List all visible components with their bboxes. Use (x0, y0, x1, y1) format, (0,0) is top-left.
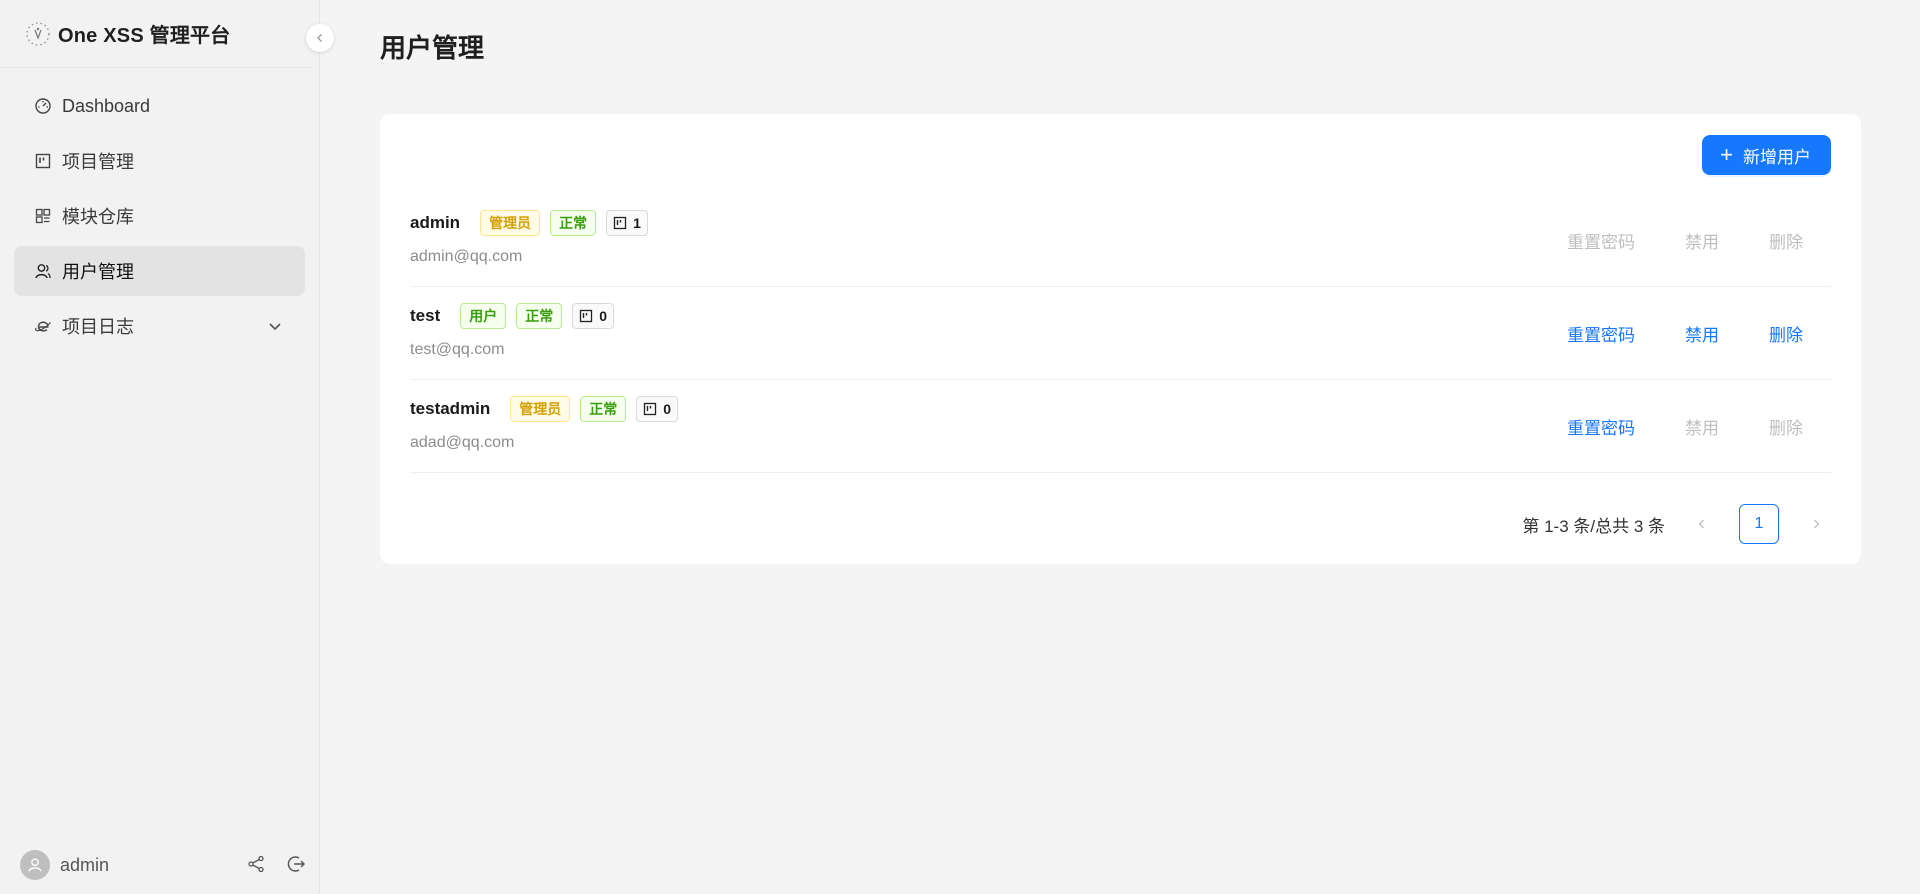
sidebar-item-projects[interactable]: 项目管理 (14, 136, 305, 186)
sidebar-item-dashboard[interactable]: Dashboard (14, 81, 305, 131)
page-title: 用户管理 (380, 33, 485, 63)
chevron-left-icon (1698, 519, 1704, 529)
user-email: adad@qq.com (410, 434, 515, 451)
project-count: 0 (663, 401, 672, 417)
row-actions: 重置密码 禁用 删除 (1517, 228, 1803, 253)
user-icon (28, 858, 42, 872)
dashboard-icon (34, 97, 52, 115)
users-icon (34, 262, 52, 280)
user-email: test@qq.com (410, 341, 505, 358)
sidebar-item-label: 用户管理 (62, 262, 134, 282)
project-count: 0 (599, 308, 608, 324)
sidebar-item-label: 模块仓库 (62, 207, 134, 227)
chevron-right-icon (1814, 519, 1820, 529)
footer-icons (246, 854, 306, 874)
collapse-sidebar-button[interactable] (306, 24, 334, 52)
role-badge: 管理员 (510, 396, 571, 422)
reset-password-link: 重置密码 (1567, 233, 1635, 252)
module-icon (34, 207, 52, 225)
app-title: One XSS 管理平台 (58, 25, 231, 47)
add-user-button[interactable]: + 新增用户 (1702, 135, 1831, 175)
delete-link[interactable]: 删除 (1769, 321, 1803, 346)
user-name: testadmin (410, 399, 491, 418)
user-name-line: test 用户 正常 0 (410, 303, 624, 329)
project-count-badge: 0 (636, 396, 679, 422)
status-badge: 正常 (516, 303, 563, 329)
user-name-line: admin 管理员 正常 1 (410, 210, 658, 236)
project-icon (613, 216, 627, 230)
delete-link: 删除 (1769, 419, 1803, 438)
logout-icon[interactable] (286, 854, 306, 874)
sidebar-item-label: 项目日志 (62, 317, 134, 337)
sidebar-menu: Dashboard 项目管理 模块仓库 用户管理 项目日志 (0, 68, 319, 351)
sidebar: One XSS 管理平台 Dashboard 项目管理 模块仓库 用户管理 项目… (0, 0, 320, 894)
project-icon (643, 402, 657, 416)
project-count-badge: 0 (572, 303, 615, 329)
sidebar-item-logs[interactable]: 项目日志 (14, 301, 305, 351)
user-name: admin (410, 213, 461, 232)
disable-link: 禁用 (1685, 233, 1719, 252)
avatar[interactable] (20, 850, 50, 880)
project-icon (34, 152, 52, 170)
disable-link[interactable]: 禁用 (1685, 321, 1719, 346)
pagination: 第 1-3 条/总共 3 条 1 (1522, 504, 1831, 544)
footer-username: admin (60, 854, 110, 875)
reset-password-link[interactable]: 重置密码 (1567, 321, 1635, 346)
project-count: 1 (633, 215, 641, 231)
chevron-down-icon[interactable] (267, 318, 283, 339)
role-badge: 用户 (460, 303, 507, 329)
sidebar-footer: admin (0, 836, 320, 894)
list-item: testadmin 管理员 正常 0 adad@qq.com 重置密码 禁用 删… (410, 380, 1831, 473)
log-icon (34, 317, 52, 335)
user-list: admin 管理员 正常 1 admin@qq.com 重置密码 禁用 删除 t… (410, 194, 1831, 473)
row-actions: 重置密码 禁用 删除 (1517, 321, 1803, 346)
reset-password-link[interactable]: 重置密码 (1567, 414, 1635, 439)
users-card: + 新增用户 admin 管理员 正常 1 admin@qq.com 重置密码 … (380, 114, 1861, 564)
sidebar-item-label: Dashboard (62, 95, 151, 116)
user-name-line: testadmin 管理员 正常 0 (410, 396, 688, 422)
logo-row: One XSS 管理平台 (0, 0, 311, 68)
page-number-button[interactable]: 1 (1739, 504, 1779, 544)
user-name: test (410, 306, 441, 325)
logo-icon (26, 21, 50, 46)
list-item: admin 管理员 正常 1 admin@qq.com 重置密码 禁用 删除 (410, 194, 1831, 287)
row-actions: 重置密码 禁用 删除 (1517, 414, 1803, 439)
sidebar-item-label: 项目管理 (62, 152, 134, 172)
sidebar-item-users[interactable]: 用户管理 (14, 246, 305, 296)
sidebar-item-modules[interactable]: 模块仓库 (14, 191, 305, 241)
project-icon (579, 309, 593, 323)
share-icon[interactable] (246, 854, 266, 874)
status-badge: 正常 (550, 210, 597, 236)
disable-link: 禁用 (1685, 419, 1719, 438)
role-badge: 管理员 (480, 210, 541, 236)
status-badge: 正常 (580, 396, 627, 422)
project-count-badge: 1 (606, 210, 648, 236)
delete-link: 删除 (1769, 233, 1803, 252)
add-user-label: 新增用户 (1743, 147, 1811, 167)
prev-page-button[interactable] (1687, 509, 1717, 539)
chevron-left-icon (317, 34, 322, 42)
pagination-total: 第 1-3 条/总共 3 条 (1522, 516, 1665, 536)
user-email: admin@qq.com (410, 248, 523, 265)
list-item: test 用户 正常 0 test@qq.com 重置密码 禁用 删除 (410, 287, 1831, 380)
plus-icon: + (1720, 142, 1733, 167)
next-page-button[interactable] (1801, 509, 1831, 539)
